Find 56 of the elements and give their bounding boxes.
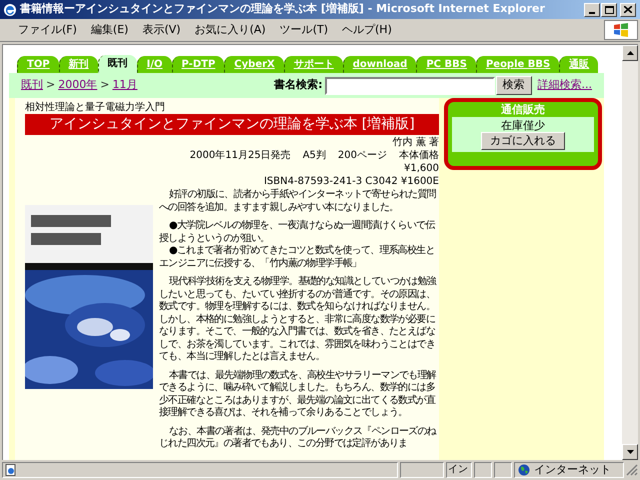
price-text: ¥1,600 — [404, 162, 439, 175]
description-paragraph: なお、本書の著者は、発売中のブルーバックス『ペンローズのねじれた四次元』の著者でもあり、この分野では定評がありま — [159, 426, 438, 450]
browser-icon — [3, 2, 17, 16]
search-button[interactable]: 検索 — [496, 76, 532, 95]
search-label: 書名検索: — [274, 77, 322, 94]
status-pane — [400, 462, 444, 478]
windows-logo-icon — [613, 23, 629, 37]
search-field[interactable] — [324, 76, 494, 94]
menu-item[interactable]: ファイル(F) — [12, 22, 83, 38]
page-icon — [5, 464, 17, 476]
menu-item[interactable]: ヘルプ(H) — [336, 22, 398, 38]
order-heading: 通信販売 — [500, 102, 546, 117]
maximize-button[interactable] — [601, 2, 617, 16]
format-text: A5判 — [302, 149, 326, 162]
zone-text: インターネット — [534, 462, 611, 478]
stock-status: 在庫僅少 — [501, 119, 545, 132]
input-mode-indicator: イン — [446, 462, 472, 478]
minimize-icon — [589, 12, 595, 14]
book-subtitle: 相対性理論と量子電磁力学入門 — [25, 101, 166, 114]
globe-icon — [518, 464, 530, 476]
book-title-banner: アインシュタインとファインマンの理論を学ぶ本 [増補版] — [25, 114, 439, 135]
page-count: 200ページ — [338, 149, 387, 162]
down-arrow-icon — [626, 450, 634, 454]
status-pane — [474, 462, 492, 478]
isbn-text: ISBN4-87593-241-3 C3042 ¥1600E — [264, 175, 439, 188]
close-button[interactable] — [620, 2, 636, 16]
add-to-cart-button[interactable]: カゴに入れる — [481, 132, 565, 150]
window-title: 書籍情報ーアインシュタインとファインマンの理論を学ぶ本 [増補版] - Microsoft Internet Explorer — [20, 1, 546, 18]
menu-item[interactable]: ツール(T) — [274, 22, 334, 38]
description-paragraph: 好評の初版に、読者から手紙やインターネットで寄せられた質問への回答を追加。ますます親しみやすい本になりました。 — [159, 189, 437, 214]
minimize-button[interactable] — [584, 2, 600, 16]
breadcrumb-separator: > — [100, 77, 110, 94]
maximize-icon — [604, 6, 614, 14]
description-paragraph: ●これまで著者が貯めてきたコツと数式を使って、理系高校生とエンジニアに伝授する、「竹内薫の物理学手帳」 — [159, 245, 436, 270]
scroll-down-button[interactable] — [622, 444, 638, 460]
scroll-up-button[interactable] — [622, 45, 638, 61]
description-paragraph: ●大学院レベルの物理を、一夜漬けならぬ一週間漬けくらいで伝授しようというのが狙い。 — [159, 220, 436, 244]
close-icon — [624, 6, 632, 13]
release-date: 2000年11月25日発売 — [190, 149, 291, 162]
description-paragraph: 本書では、最先端物理の数式を、高校生やサラリーマンでも理解できるように、噛み砕いて解説しました。もちろん、数学的には多少不正確なところはありますが、最先端の論文に出てくる数式が直接理解できる喜びは、それを補って余りあることでしょう。 — [159, 370, 438, 420]
up-arrow-icon — [626, 51, 634, 55]
nav-tab[interactable]: 既刊 — [98, 55, 137, 73]
breadcrumb-link[interactable]: 2000年 — [58, 77, 98, 94]
menu-item[interactable]: お気に入り(A) — [188, 22, 272, 38]
menu-item[interactable]: 編集(E) — [84, 22, 134, 38]
resize-grip-icon — [626, 464, 638, 476]
breadcrumb-separator: > — [46, 77, 56, 94]
status-pane — [494, 462, 512, 478]
advanced-search-link[interactable]: 詳細検索... — [538, 77, 592, 94]
description-paragraph: 現代科学技術を支える物理学。基礎的な知識としていつかは勉強したいと思っても、たいてい挫折するのが普通です。その原因は、数式です。物理を理解するには、数式を知らなければなりません。しかし、本格的に勉強しようとすると、非常に高度な数学が必要になります。そこで、一般的な入門書では、数式を省き、たとえばなしで、お茶を濁しています。これでは、雰囲気を味わうことはできても、本当に理解したとは言えません。 — [159, 276, 438, 364]
price-label: 本体価格 — [399, 149, 439, 162]
menu-item[interactable]: 表示(V) — [136, 22, 187, 38]
breadcrumb-link[interactable]: 既刊 — [21, 77, 43, 94]
author-text: 竹内 薫 著 — [392, 136, 439, 149]
scrollbar[interactable] — [622, 45, 638, 460]
breadcrumb-link[interactable]: 11月 — [112, 77, 138, 94]
